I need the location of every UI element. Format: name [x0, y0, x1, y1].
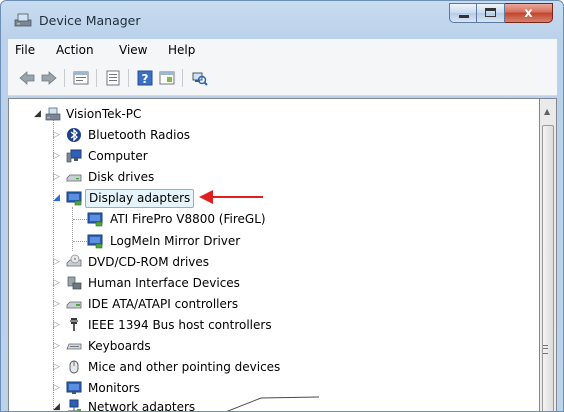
device-manager-window: Device Manager x File Action View Help ?… [0, 0, 564, 412]
arrow-head [199, 190, 213, 204]
leader-line [226, 396, 320, 411]
annotation-arrow [199, 190, 320, 411]
